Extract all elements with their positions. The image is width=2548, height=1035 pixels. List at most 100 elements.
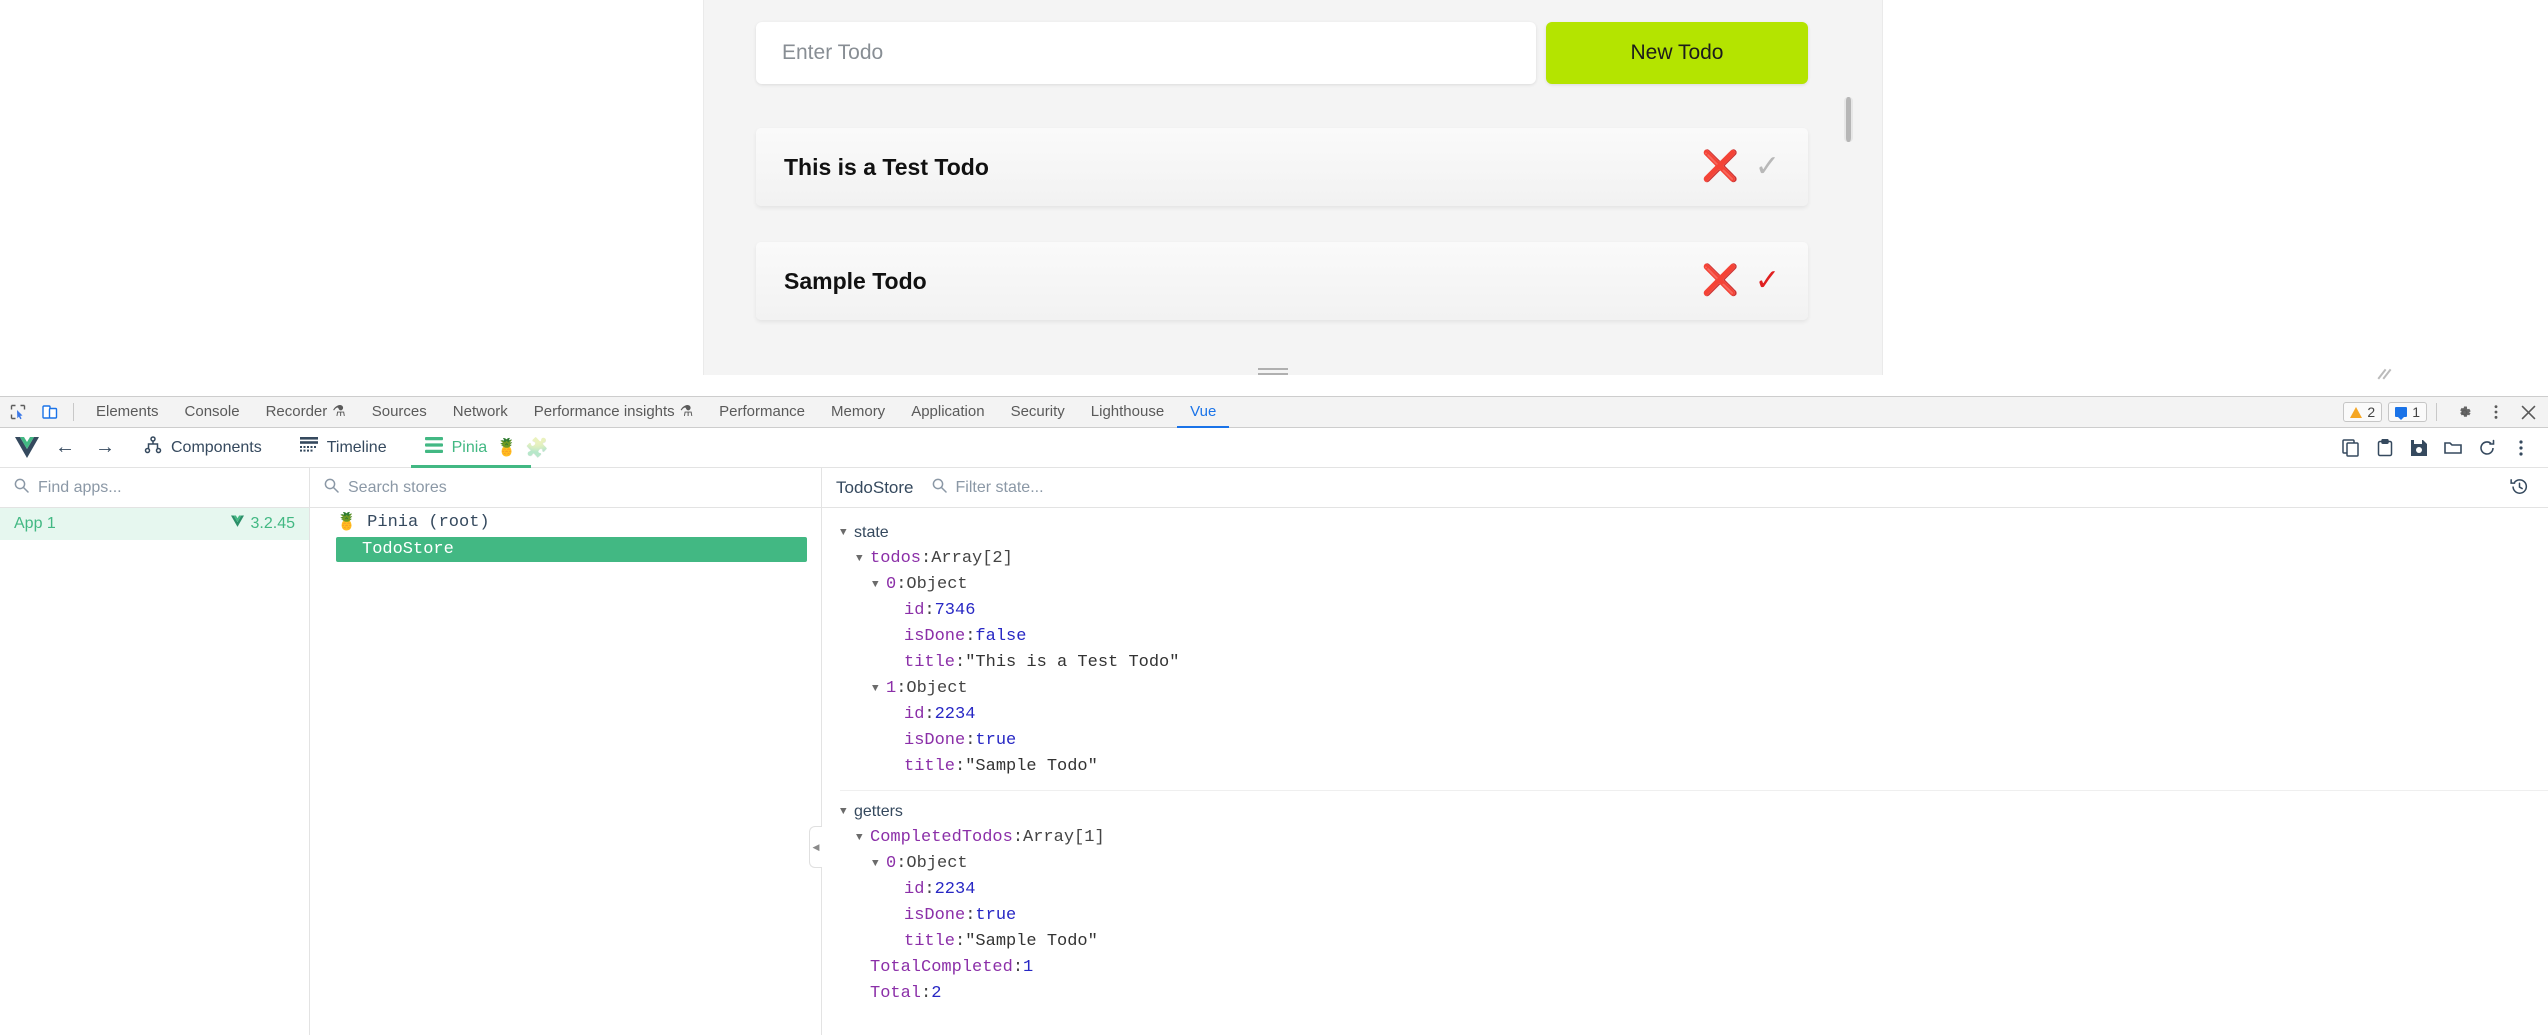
devtools-tab-console[interactable]: Console <box>172 396 253 428</box>
devtools-toolbar: Elements Console Recorder⚗ Sources Netwo… <box>0 396 2548 428</box>
tree-row[interactable]: ▼ CompletedTodos : Array[1] <box>856 825 2548 851</box>
tree-value: Object <box>906 572 967 598</box>
vue-tab-pinia[interactable]: Pinia 🍍 <box>411 428 532 468</box>
devtools-tab-security[interactable]: Security <box>998 396 1078 428</box>
refresh-icon[interactable] <box>2472 433 2502 463</box>
tab-label: Application <box>911 396 984 428</box>
delete-todo-icon[interactable]: ❌ <box>1702 266 1739 296</box>
tree-key: title <box>904 650 955 676</box>
save-icon[interactable] <box>2404 433 2434 463</box>
chevron-down-icon[interactable]: ▼ <box>872 572 886 598</box>
plugin-puzzle-icon[interactable]: 🧩 <box>525 436 549 460</box>
messages-badge[interactable]: 1 <box>2388 402 2427 422</box>
folder-icon[interactable] <box>2438 433 2468 463</box>
timeline-icon <box>300 437 318 458</box>
devtools-tab-application[interactable]: Application <box>898 396 997 428</box>
tree-separator: : <box>924 598 934 624</box>
collapse-panel-arrow-icon[interactable]: ◀ <box>809 826 822 868</box>
find-apps-input[interactable] <box>38 479 295 497</box>
tree-separator: : <box>896 572 906 598</box>
app-frame: New Todo This is a Test Todo ❌ ✓ Sample … <box>703 0 1883 375</box>
selected-store-name: TodoStore <box>836 478 914 498</box>
filter-state-input[interactable] <box>956 479 2487 497</box>
devtools-tab-sources[interactable]: Sources <box>359 396 440 428</box>
tree-value: false <box>975 624 1026 650</box>
tab-label: Console <box>185 396 240 428</box>
tab-label: Network <box>453 396 508 428</box>
clipboard-paste-icon[interactable] <box>2370 433 2400 463</box>
devtools-tab-vue[interactable]: Vue <box>1177 396 1229 428</box>
tree-value: "Sample Todo" <box>965 929 1098 955</box>
complete-todo-icon[interactable]: ✓ <box>1755 266 1780 296</box>
forward-arrow-icon[interactable]: → <box>90 433 120 463</box>
vue-tab-timeline[interactable]: Timeline <box>286 428 401 468</box>
more-options-icon[interactable] <box>2506 433 2536 463</box>
todo-input[interactable] <box>756 22 1536 84</box>
tree-row[interactable]: ▼ 0 : Object <box>872 572 2548 598</box>
vue-tab-components[interactable]: Components <box>130 428 276 468</box>
devtools-tab-performance-insights[interactable]: Performance insights⚗ <box>521 396 706 428</box>
store-root-item[interactable]: 🍍 Pinia (root) <box>310 508 821 537</box>
delete-todo-icon[interactable]: ❌ <box>1702 152 1739 182</box>
app-list-item[interactable]: App 1 3.2.45 <box>0 508 309 540</box>
chevron-down-icon[interactable]: ▼ <box>872 676 886 702</box>
back-arrow-icon[interactable]: ← <box>50 433 80 463</box>
message-bubble-icon <box>2395 407 2407 417</box>
tree-separator: : <box>896 676 906 702</box>
tree-row[interactable]: ▼ 1 : Object <box>872 676 2548 702</box>
complete-todo-icon[interactable]: ✓ <box>1755 152 1780 182</box>
tab-label: Recorder <box>266 396 328 428</box>
panel-drag-handle[interactable] <box>1258 368 1288 376</box>
devtools-tab-elements[interactable]: Elements <box>83 396 172 428</box>
tree-divider <box>840 790 2548 791</box>
store-list-item-todostore[interactable]: TodoStore <box>336 537 807 562</box>
todo-form: New Todo <box>756 22 1808 84</box>
tree-row: ▼ id : 2234 <box>890 702 2548 728</box>
history-icon[interactable] <box>2504 473 2534 503</box>
copy-icon[interactable] <box>2336 433 2366 463</box>
tree-section-getters[interactable]: ▼ getters <box>840 799 2548 825</box>
list-icon <box>425 437 443 458</box>
chevron-down-icon[interactable]: ▼ <box>856 825 870 851</box>
sitemap-icon <box>144 436 162 459</box>
devtools-tab-recorder[interactable]: Recorder⚗ <box>253 396 359 428</box>
tree-row[interactable]: ▼ todos : Array[2] <box>856 546 2548 572</box>
tab-label: Security <box>1011 396 1065 428</box>
tree-separator: : <box>965 728 975 754</box>
warnings-badge[interactable]: 2 <box>2343 402 2382 422</box>
tree-key: id <box>904 877 924 903</box>
tree-separator: : <box>1013 955 1023 981</box>
resize-grip-icon[interactable] <box>2376 368 2392 382</box>
state-tree: ▼ state ▼ todos : Array[2] ▼ 0 : Object … <box>822 508 2548 1007</box>
devtools-tab-performance[interactable]: Performance <box>706 396 818 428</box>
app-bottom-bar <box>1407 358 1883 375</box>
tree-value: true <box>975 728 1016 754</box>
tree-value: Object <box>906 851 967 877</box>
tree-section-state[interactable]: ▼ state <box>840 520 2548 546</box>
chevron-down-icon[interactable]: ▼ <box>872 851 886 877</box>
search-stores-bar <box>310 468 821 508</box>
chevron-down-icon[interactable]: ▼ <box>856 546 870 572</box>
devtools-tab-memory[interactable]: Memory <box>818 396 898 428</box>
devtools-tab-lighthouse[interactable]: Lighthouse <box>1078 396 1177 428</box>
search-stores-input[interactable] <box>348 479 807 497</box>
tree-row[interactable]: ▼ 0 : Object <box>872 851 2548 877</box>
devtools-tab-network[interactable]: Network <box>440 396 521 428</box>
tree-value: Object <box>906 676 967 702</box>
new-todo-button[interactable]: New Todo <box>1546 22 1808 84</box>
settings-gear-icon[interactable] <box>2450 398 2478 426</box>
tree-row: ▼ TotalCompleted : 1 <box>856 955 2548 981</box>
find-apps-search-bar <box>0 468 309 508</box>
device-toolbar-toggle-icon[interactable] <box>36 398 64 426</box>
tree-key: isDone <box>904 728 965 754</box>
inspect-element-icon[interactable] <box>4 398 32 426</box>
todo-actions: ❌ ✓ <box>1702 152 1781 182</box>
close-devtools-icon[interactable] <box>2514 398 2542 426</box>
vue-logo-icon <box>14 436 40 460</box>
app-scrollbar-thumb[interactable] <box>1844 97 1853 142</box>
chevron-down-icon[interactable]: ▼ <box>840 520 854 546</box>
more-options-icon[interactable] <box>2482 398 2510 426</box>
chevron-down-icon[interactable]: ▼ <box>840 799 854 825</box>
tree-separator: : <box>896 851 906 877</box>
warning-triangle-icon <box>2350 407 2362 418</box>
